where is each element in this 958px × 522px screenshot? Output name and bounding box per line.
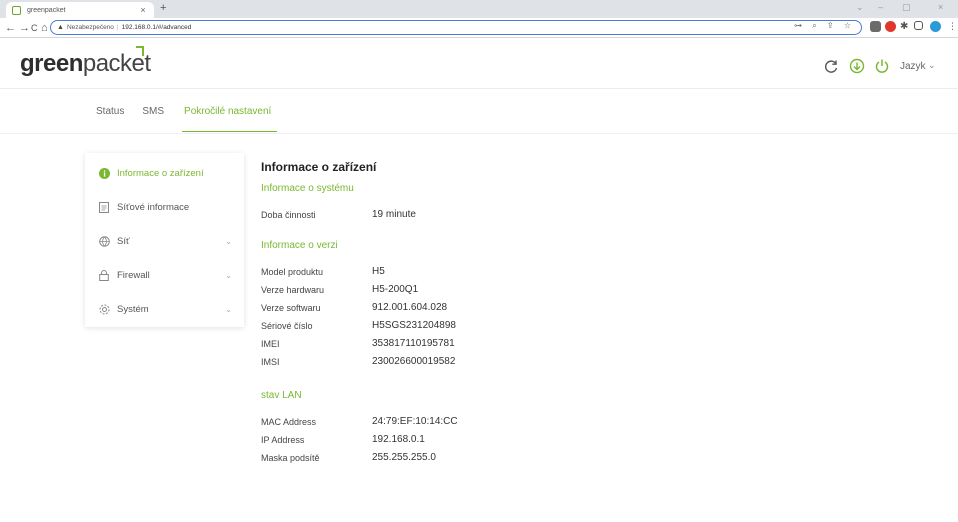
document-icon bbox=[98, 201, 110, 213]
extension-icon[interactable] bbox=[870, 21, 881, 32]
side-menu: Informace o zařízení Síťové informace Sí… bbox=[85, 153, 244, 327]
row-label-netmask: Maska podsítě bbox=[261, 453, 320, 463]
row-value-serial: H5SGS231204898 bbox=[372, 320, 456, 331]
tab-title: greenpacket bbox=[27, 6, 66, 14]
sidebar-item-device-info[interactable]: Informace o zařízení bbox=[85, 156, 244, 190]
tab-sms[interactable]: SMS bbox=[142, 106, 164, 132]
sidebar-item-system[interactable]: Systém ⌄ bbox=[85, 292, 244, 326]
tab-advanced-settings[interactable]: Pokročilé nastavení bbox=[182, 106, 278, 132]
opera-extension-icon[interactable] bbox=[885, 21, 896, 32]
row-value-imsi: 230026600019582 bbox=[372, 356, 456, 367]
row-value-imei: 353817110195781 bbox=[372, 338, 455, 349]
greenpacket-favicon-icon bbox=[12, 5, 21, 15]
profile-avatar[interactable] bbox=[930, 21, 941, 32]
section-title-system-info: Informace o systému bbox=[261, 183, 354, 194]
sidepanel-icon[interactable] bbox=[914, 21, 923, 30]
url-separator: | bbox=[116, 24, 119, 31]
close-window-button[interactable]: × bbox=[938, 2, 943, 12]
sidebar-item-label: Informace o zařízení bbox=[117, 167, 204, 179]
row-label-mac: MAC Address bbox=[261, 417, 317, 427]
row-value-ip: 192.168.0.1 bbox=[372, 434, 425, 445]
row-label-hardware: Verze hardwaru bbox=[261, 285, 325, 295]
sidebar-item-network[interactable]: Síť ⌄ bbox=[85, 224, 244, 258]
omnibox-action-icons[interactable]: ⊶ ⌕ ⇪ ☆ bbox=[794, 21, 855, 31]
page-title: Informace o zařízení bbox=[261, 160, 377, 174]
row-value-model: H5 bbox=[372, 266, 385, 277]
chevron-down-icon[interactable]: ⌄ bbox=[928, 60, 936, 71]
sidebar-item-network-info[interactable]: Síťové informace bbox=[85, 190, 244, 224]
header-divider bbox=[0, 88, 958, 89]
row-label-serial: Sériové číslo bbox=[261, 321, 313, 331]
language-selector[interactable]: Jazyk bbox=[900, 61, 926, 72]
tab-status[interactable]: Status bbox=[96, 106, 124, 132]
browser-toolbar: ← → C ⌂ ▲ Nezabezpečeno | 192.168.0.1/#/… bbox=[0, 18, 958, 38]
menu-kebab-icon[interactable]: ⋮ bbox=[948, 21, 958, 32]
chevron-down-icon: ⌄ bbox=[225, 236, 232, 246]
row-label-ip: IP Address bbox=[261, 435, 305, 445]
minimize-button[interactable]: – bbox=[878, 2, 883, 12]
row-label-software: Verze softwaru bbox=[261, 303, 321, 313]
back-icon[interactable]: ← bbox=[5, 21, 16, 35]
row-label-uptime: Doba činnosti bbox=[261, 210, 316, 220]
tab-search-icon[interactable]: ⌄ bbox=[856, 2, 864, 13]
url-text[interactable]: 192.168.0.1/#/advanced bbox=[122, 24, 192, 31]
tab-close-icon[interactable]: × bbox=[138, 5, 148, 15]
address-bar[interactable]: ▲ Nezabezpečeno | 192.168.0.1/#/advanced… bbox=[50, 20, 862, 35]
sidebar-item-label: Firewall bbox=[117, 269, 150, 281]
connection-status-icon[interactable] bbox=[849, 58, 865, 74]
refresh-icon[interactable] bbox=[823, 58, 839, 74]
row-label-imsi: IMSI bbox=[261, 357, 280, 367]
chevron-down-icon: ⌄ bbox=[225, 270, 232, 280]
browser-tab-strip: greenpacket × + ⌄ – ▢ × bbox=[0, 0, 958, 18]
row-value-netmask: 255.255.255.0 bbox=[372, 452, 436, 463]
maximize-button[interactable]: ▢ bbox=[902, 2, 911, 13]
reload-icon[interactable]: C bbox=[31, 21, 38, 35]
sidebar-item-label: Síťové informace bbox=[117, 201, 190, 213]
sidebar-item-firewall[interactable]: Firewall ⌄ bbox=[85, 258, 244, 292]
logo-mark-icon bbox=[136, 46, 144, 56]
security-status: Nezabezpečeno bbox=[66, 24, 114, 31]
section-title-lan-status: stav LAN bbox=[261, 390, 302, 401]
logo-text-bold: green bbox=[20, 50, 83, 77]
gear-icon bbox=[98, 303, 110, 315]
lock-icon bbox=[98, 269, 110, 281]
new-tab-button[interactable]: + bbox=[160, 2, 166, 14]
row-label-model: Model produktu bbox=[261, 267, 324, 277]
tabs-divider bbox=[0, 133, 958, 134]
greenpacket-logo: greenpacket bbox=[20, 46, 151, 78]
row-value-uptime: 19 minute bbox=[372, 209, 416, 220]
home-icon[interactable]: ⌂ bbox=[41, 21, 48, 35]
info-icon bbox=[98, 167, 110, 179]
warning-icon: ▲ bbox=[57, 24, 64, 31]
row-value-mac: 24:79:EF:10:14:CC bbox=[372, 416, 458, 427]
row-value-software: 912.001.604.028 bbox=[372, 302, 448, 313]
section-title-version-info: Informace o verzi bbox=[261, 240, 338, 251]
row-label-imei: IMEI bbox=[261, 339, 280, 349]
power-icon[interactable] bbox=[874, 58, 890, 74]
browser-tab[interactable]: greenpacket × bbox=[6, 2, 154, 18]
globe-icon bbox=[98, 235, 110, 247]
forward-icon[interactable]: → bbox=[19, 21, 30, 35]
row-value-hardware: H5-200Q1 bbox=[372, 284, 419, 295]
main-tabs: Status SMS Pokročilé nastavení bbox=[96, 106, 278, 132]
sidebar-item-label: Systém bbox=[117, 303, 149, 315]
chevron-down-icon: ⌄ bbox=[225, 304, 232, 314]
puzzle-icon[interactable]: ✱ bbox=[900, 21, 911, 32]
sidebar-item-label: Síť bbox=[117, 235, 130, 247]
